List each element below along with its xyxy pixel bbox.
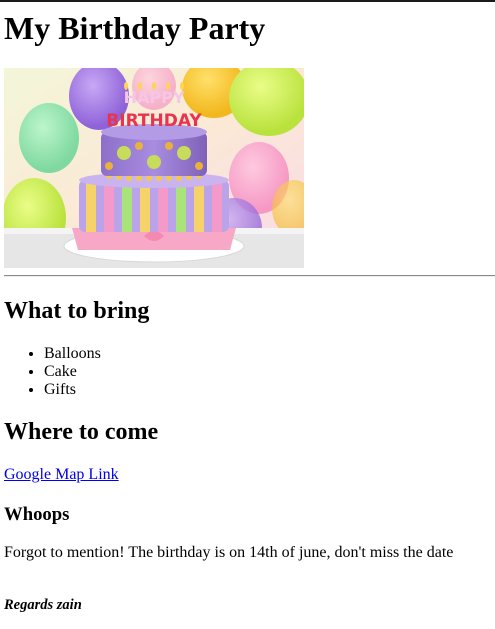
list-item: Gifts — [44, 381, 101, 399]
signature: Regards zain — [4, 597, 82, 613]
horizontal-rule — [4, 275, 495, 277]
window-top-border — [0, 0, 495, 2]
list-item: Cake — [44, 363, 101, 381]
bring-list: Balloons Cake Gifts — [4, 345, 101, 399]
birthday-cake-image: HAPPY BIRTHDAY — [4, 68, 304, 268]
whoops-heading: Whoops — [4, 504, 70, 525]
page-title: My Birthday Party — [4, 10, 266, 46]
where-to-come-heading: Where to come — [4, 419, 159, 445]
svg-text:BIRTHDAY: BIRTHDAY — [106, 111, 202, 131]
svg-text:HAPPY: HAPPY — [124, 88, 185, 107]
what-to-bring-heading: What to bring — [4, 298, 150, 324]
google-map-link[interactable]: Google Map Link — [4, 466, 119, 484]
list-item: Balloons — [44, 345, 101, 363]
birthday-date-note: Forgot to mention! The birthday is on 14… — [4, 544, 454, 561]
